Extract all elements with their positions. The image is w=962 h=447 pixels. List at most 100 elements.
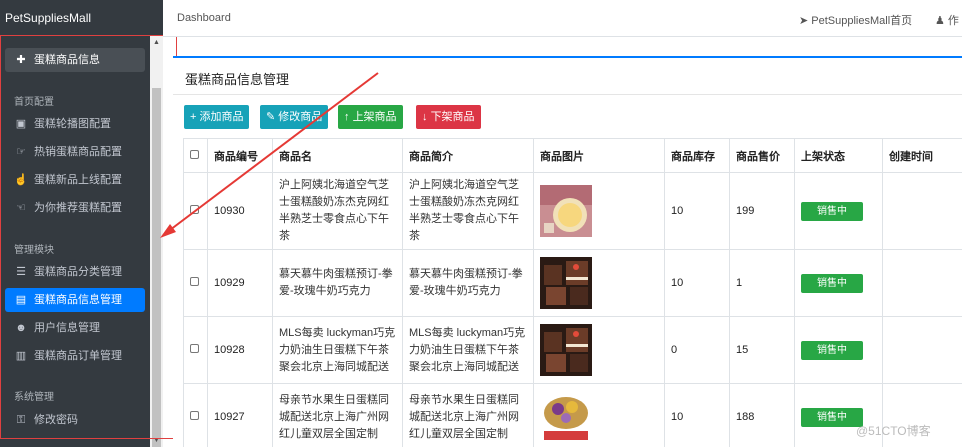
- goods-name: 沪上阿姨北海道空气芝士蛋糕酸奶冻杰克网红半熟芝士零食点心下午茶: [272, 172, 403, 250]
- goods-intro: 母亲节水果生日蛋糕同城配送北京上海广州网红儿童双层全国定制: [402, 383, 534, 447]
- inbox-icon: ▤: [15, 294, 27, 306]
- sidebar-item-label: 蛋糕商品分类管理: [34, 266, 122, 278]
- goods-card: 蛋糕商品信息管理 + 添加商品 ✎ 修改商品 ↑ 上架商品 ↓ 下架商品 商品编…: [173, 56, 962, 447]
- goods-image-cell: [533, 249, 665, 317]
- column-header: 商品库存: [664, 138, 730, 173]
- money-icon: ▥: [15, 350, 27, 362]
- row-checkbox[interactable]: [190, 277, 199, 286]
- status-badge: 销售中: [801, 273, 863, 293]
- scroll-up-icon[interactable]: ▲: [150, 36, 163, 49]
- goods-price: 188: [729, 383, 795, 447]
- scroll-down-icon[interactable]: ▼: [150, 434, 163, 447]
- user-name: 作: [947, 15, 959, 27]
- table-row[interactable]: 10927 母亲节水果生日蛋糕同城配送北京上海广州网红儿童双层全国定制 母亲节水…: [183, 383, 962, 447]
- hand-icon: ☝: [14, 174, 28, 186]
- list-icon: ☰: [16, 266, 26, 278]
- sidebar-item-category-manage[interactable]: ☰ 蛋糕商品分类管理: [5, 260, 145, 284]
- scrollbar-thumb[interactable]: [152, 88, 161, 447]
- edit-icon: ✎: [266, 111, 279, 123]
- table-row[interactable]: 10930 沪上阿姨北海道空气芝士蛋糕酸奶冻杰克网红半熟芝士零食点心下午茶 沪上…: [183, 172, 962, 250]
- table-row[interactable]: 10928 MLS每卖 luckyman巧克力奶油生日蛋糕下午茶聚会北京上海同城…: [183, 316, 962, 384]
- sidebar-item-hot-config[interactable]: ☞ 热销蛋糕商品配置: [5, 140, 145, 164]
- arrow-down-icon: ↓: [422, 111, 431, 123]
- sidebar-item-label: 修改密码: [34, 414, 78, 426]
- table-row[interactable]: 10929 慕天慕牛肉蛋糕预订-拳爱-玫瑰牛奶巧克力 慕天慕牛肉蛋糕预订-拳爱-…: [183, 249, 962, 317]
- chocolate-cake-image: [540, 257, 592, 309]
- arrow-up-icon: ↑: [344, 111, 353, 123]
- goods-id: 10927: [207, 383, 273, 447]
- goods-image-cell: [533, 316, 665, 384]
- button-label: 修改商品: [278, 111, 323, 123]
- goods-id: 10929: [207, 249, 273, 317]
- status-badge: 销售中: [801, 340, 863, 360]
- sidebar-item-recommend-config[interactable]: ☜ 为你推荐蛋糕配置: [5, 196, 145, 220]
- sidebar-section-header: 系统管理: [14, 392, 54, 403]
- row-checkbox[interactable]: [190, 344, 199, 353]
- brand-logo[interactable]: PetSuppliesMall: [0, 0, 163, 36]
- goods-stock: 10: [664, 249, 730, 317]
- column-header: 商品售价: [729, 138, 795, 173]
- put-up-button[interactable]: ↑ 上架商品: [338, 105, 403, 129]
- column-header: 上架状态: [794, 138, 883, 173]
- user-menu[interactable]: ♟ 作: [935, 12, 959, 28]
- sidebar-item-user-manage[interactable]: ☻ 用户信息管理: [5, 316, 145, 340]
- goods-name: 母亲节水果生日蛋糕同城配送北京上海广州网红儿童双层全国定制: [272, 383, 403, 447]
- column-header: 商品图片: [533, 138, 665, 173]
- column-header: 创建时间: [882, 138, 962, 173]
- sidebar-item-label: 为你推荐蛋糕配置: [34, 202, 122, 214]
- button-label: 下架商品: [430, 111, 475, 123]
- sidebar-item-cake-info-top[interactable]: ✚ 蛋糕商品信息: [5, 48, 145, 72]
- sidebar-item-goods-manage[interactable]: ▤ 蛋糕商品信息管理: [5, 288, 145, 312]
- fire-icon: ☞: [16, 146, 26, 158]
- sidebar-item-change-password[interactable]: ⚿ 修改密码: [5, 408, 145, 432]
- select-all-cell[interactable]: [183, 138, 208, 173]
- status-cell: 销售中: [794, 316, 883, 384]
- create-time: [882, 316, 962, 384]
- thumb-icon: ☜: [16, 202, 26, 214]
- create-time: [882, 249, 962, 317]
- edit-goods-button[interactable]: ✎ 修改商品: [260, 105, 329, 129]
- goods-stock: 10: [664, 172, 730, 250]
- chocolate-cake-image: [540, 324, 592, 376]
- lock-icon: ⚿: [16, 414, 26, 426]
- row-select-cell[interactable]: [183, 249, 208, 317]
- sidebar: PetSuppliesMall ✚ 蛋糕商品信息 首页配置 ▣ 蛋糕轮播图配置 …: [0, 0, 163, 447]
- select-all-checkbox[interactable]: [190, 149, 199, 159]
- row-select-cell[interactable]: [183, 316, 208, 384]
- sidebar-item-carousel-config[interactable]: ▣ 蛋糕轮播图配置: [5, 112, 145, 136]
- table-header-row: 商品编号 商品名 商品简介 商品图片 商品库存 商品售价 上架状态 创建时间: [183, 138, 962, 173]
- sidebar-item-label: 蛋糕商品订单管理: [34, 350, 122, 362]
- add-goods-button[interactable]: + 添加商品: [184, 105, 250, 129]
- sidebar-item-label: 用户信息管理: [34, 322, 100, 334]
- status-cell: 销售中: [794, 172, 883, 250]
- sidebar-item-label: 热销蛋糕商品配置: [34, 146, 122, 158]
- row-checkbox[interactable]: [190, 205, 199, 214]
- home-link[interactable]: ➤ PetSuppliesMall首页: [799, 12, 912, 28]
- top-navbar: Dashboard ➤ PetSuppliesMall首页 ♟ 作: [163, 0, 962, 37]
- watermark: @51CTO博客: [856, 424, 931, 438]
- sidebar-item-label: 蛋糕新品上线配置: [34, 174, 122, 186]
- goods-price: 15: [729, 316, 795, 384]
- breadcrumb[interactable]: Dashboard: [177, 12, 231, 24]
- goods-price: 1: [729, 249, 795, 317]
- fruit-cake-image: [540, 391, 592, 443]
- status-badge: 销售中: [801, 407, 863, 427]
- put-down-button[interactable]: ↓ 下架商品: [416, 105, 481, 129]
- goods-price: 199: [729, 172, 795, 250]
- sidebar-item-order-manage[interactable]: ▥ 蛋糕商品订单管理: [5, 344, 145, 368]
- row-select-cell[interactable]: [183, 172, 208, 250]
- sidebar-item-new-config[interactable]: ☝ 蛋糕新品上线配置: [5, 168, 145, 192]
- status-badge: 销售中: [801, 201, 863, 221]
- sidebar-scrollbar[interactable]: ▲ ▼: [150, 36, 163, 447]
- goods-id: 10930: [207, 172, 273, 250]
- row-select-cell[interactable]: [183, 383, 208, 447]
- column-header: 商品编号: [207, 138, 273, 173]
- row-checkbox[interactable]: [190, 411, 199, 420]
- image-icon: ▣: [15, 118, 27, 130]
- send-icon: ➤: [799, 15, 812, 27]
- sidebar-section-header: 首页配置: [14, 97, 54, 108]
- cheese-cake-image: [540, 185, 592, 237]
- status-cell: 销售中: [794, 249, 883, 317]
- goods-id: 10928: [207, 316, 273, 384]
- button-label: 上架商品: [352, 111, 397, 123]
